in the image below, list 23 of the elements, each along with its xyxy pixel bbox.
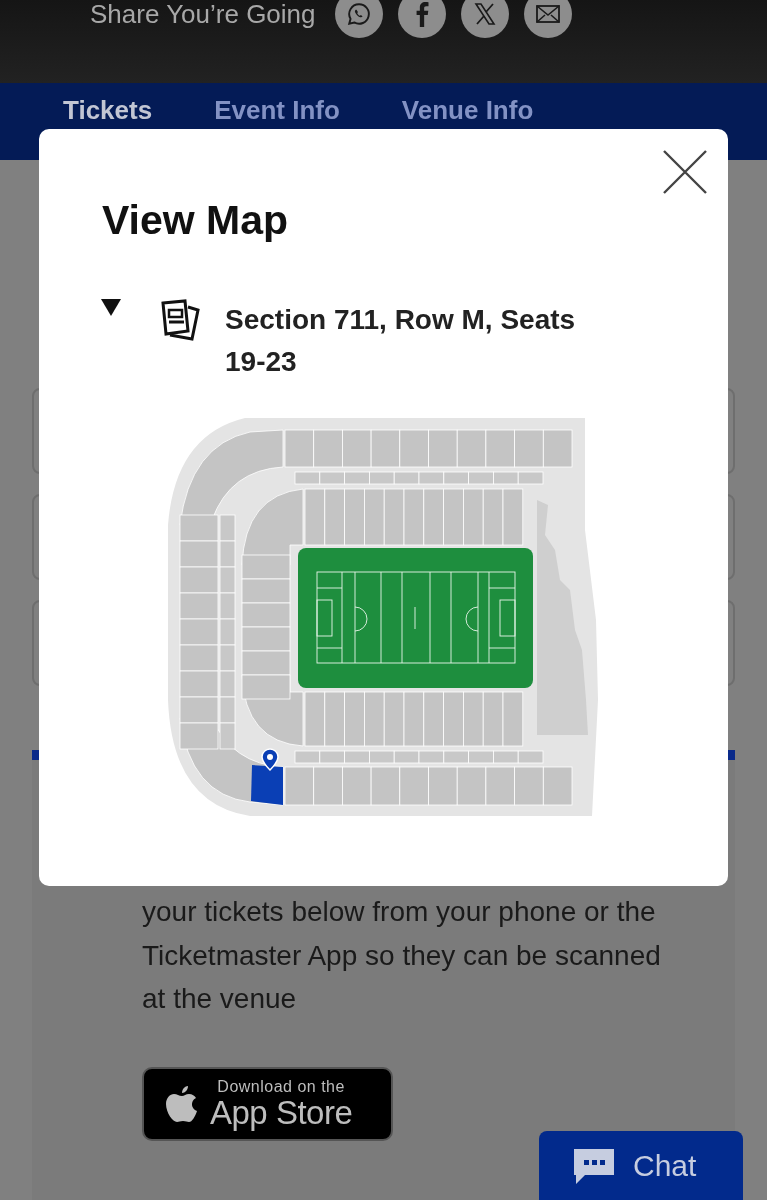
disclosure-triangle-icon[interactable] <box>101 299 121 317</box>
ticket-icon <box>159 299 201 343</box>
chat-button[interactable]: Chat <box>539 1131 743 1200</box>
share-button[interactable] <box>397 0 446 38</box>
close-button[interactable] <box>662 149 708 195</box>
tab[interactable]: Event Info <box>214 95 340 125</box>
chat-bubble-icon <box>571 1146 617 1186</box>
location-pin-icon <box>261 748 279 771</box>
info-text: your tickets below from your phone or the Ticketmaster App so they can be scanned at the venue <box>142 895 662 1016</box>
envelope-icon <box>535 5 560 23</box>
facebook-icon <box>414 1 429 27</box>
x-logo-icon <box>472 2 497 26</box>
dialog-title: View Map <box>102 197 289 244</box>
app-store-badge[interactable]: Download on the App Store <box>142 1066 393 1141</box>
share-button[interactable] <box>523 0 572 38</box>
tab[interactable]: Tickets <box>63 95 153 125</box>
seat-location: Section 711, Row M, Seats 19-23 <box>225 303 577 379</box>
share-button[interactable] <box>334 0 383 38</box>
tab[interactable]: Venue Info <box>401 95 534 125</box>
close-icon <box>662 149 708 195</box>
share-label: Share You’re Going <box>90 0 316 28</box>
share-button[interactable] <box>460 0 509 38</box>
whatsapp-icon <box>345 1 372 27</box>
